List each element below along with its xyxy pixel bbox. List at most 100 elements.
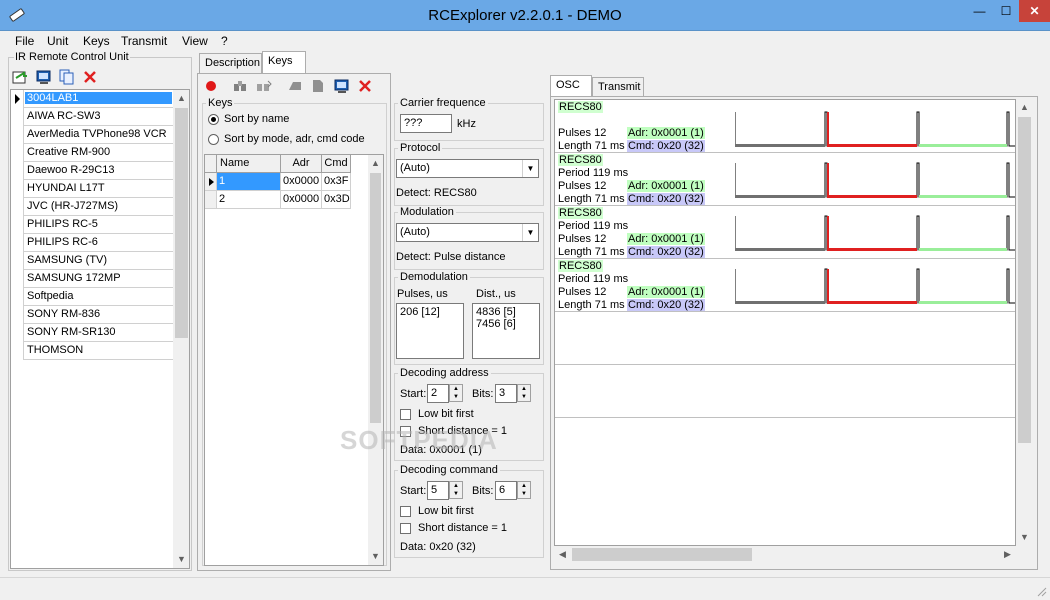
- protocol-label: Protocol: [398, 142, 443, 154]
- protocol-select[interactable]: (Auto): [396, 159, 539, 178]
- command-short-distance-checkbox[interactable]: [400, 523, 411, 534]
- list-item[interactable]: HYUNDAI L17T: [11, 180, 173, 198]
- keys-table-scrollbar[interactable]: ▲ ▼: [368, 155, 383, 565]
- protocol-detect: Detect: RECS80: [396, 187, 477, 199]
- minimize-button[interactable]: —: [966, 0, 993, 22]
- command-bits-input[interactable]: 6: [495, 481, 517, 500]
- list-item[interactable]: AIWA RC-SW3: [11, 108, 173, 126]
- menu-view[interactable]: View: [182, 34, 208, 48]
- find-next-icon[interactable]: [256, 78, 272, 94]
- copy-unit-icon[interactable]: [59, 69, 75, 85]
- scroll-down-icon[interactable]: ▼: [368, 548, 383, 565]
- save-key-icon[interactable]: [310, 78, 326, 94]
- table-cell-name[interactable]: 2: [217, 191, 281, 209]
- scroll-thumb[interactable]: [175, 108, 188, 338]
- command-bits-stepper[interactable]: ▲ ▼: [517, 481, 531, 499]
- list-item[interactable]: PHILIPS RC-6: [11, 234, 173, 252]
- menu-help[interactable]: ?: [221, 34, 228, 48]
- modulation-detect: Detect: Pulse distance: [396, 251, 506, 263]
- signal-row[interactable]: RECS80 Period 119 ms Pulses 12 Adr: 0x00…: [555, 259, 1015, 312]
- table-cell-cmd[interactable]: 0x3D: [322, 191, 351, 209]
- unit-list[interactable]: 3004LAB1 AIWA RC-SW3 AverMedia TVPhone98…: [10, 89, 190, 569]
- command-start-input[interactable]: 5: [427, 481, 449, 500]
- address-bits-stepper[interactable]: ▲ ▼: [517, 384, 531, 402]
- tab-transmit[interactable]: Transmit: [592, 77, 644, 97]
- list-item[interactable]: SAMSUNG (TV): [11, 252, 173, 270]
- column-header-name[interactable]: Name: [217, 155, 281, 173]
- address-bits-input[interactable]: 3: [495, 384, 517, 403]
- delete-key-icon[interactable]: [357, 78, 373, 94]
- sort-by-name-radio[interactable]: [208, 114, 219, 125]
- list-item[interactable]: 206 [12]: [400, 306, 460, 318]
- command-start-stepper[interactable]: ▲ ▼: [449, 481, 463, 499]
- tab-description[interactable]: Description: [199, 53, 262, 73]
- list-item[interactable]: Softpedia: [11, 288, 173, 306]
- unit-list-scrollbar[interactable]: ▲ ▼: [173, 90, 189, 568]
- list-item[interactable]: THOMSON: [11, 342, 173, 360]
- list-item[interactable]: SAMSUNG 172MP: [11, 270, 173, 288]
- list-item[interactable]: SONY RM-SR130: [11, 324, 173, 342]
- menu-transmit[interactable]: Transmit: [121, 34, 167, 48]
- scroll-thumb[interactable]: [572, 548, 752, 561]
- list-item[interactable]: 7456 [6]: [476, 318, 536, 330]
- tab-keys[interactable]: Keys: [262, 51, 306, 73]
- list-item[interactable]: Daewoo R-29C13: [11, 162, 173, 180]
- carrier-frequency-input[interactable]: ???: [400, 114, 452, 133]
- close-button[interactable]: ✕: [1019, 0, 1050, 22]
- table-cell-name[interactable]: 1: [217, 173, 281, 191]
- import-unit-icon[interactable]: [12, 69, 28, 85]
- menu-keys[interactable]: Keys: [83, 34, 110, 48]
- modulation-select[interactable]: (Auto): [396, 223, 539, 242]
- osc-vertical-scrollbar[interactable]: ▲ ▼: [1016, 99, 1033, 546]
- scroll-down-icon[interactable]: ▼: [173, 551, 189, 568]
- row-indicator: [11, 234, 24, 252]
- edit-unit-icon[interactable]: [36, 69, 52, 85]
- signal-row[interactable]: RECS80 Pulses 12 Adr: 0x0001 (1) Length …: [555, 100, 1015, 153]
- record-icon[interactable]: [203, 78, 219, 94]
- osc-horizontal-scrollbar[interactable]: ◀ ▶: [554, 546, 1016, 563]
- scroll-thumb[interactable]: [370, 173, 381, 423]
- list-item[interactable]: 4836 [5]: [476, 306, 536, 318]
- pulses-list[interactable]: 206 [12]: [396, 303, 464, 359]
- resize-grip-icon[interactable]: [1035, 585, 1047, 597]
- list-item[interactable]: SONY RM-836: [11, 306, 173, 324]
- chevron-down-icon[interactable]: ▼: [522, 160, 538, 177]
- find-icon[interactable]: [232, 78, 248, 94]
- scroll-right-icon[interactable]: ▶: [999, 546, 1016, 563]
- address-start-stepper[interactable]: ▲ ▼: [449, 384, 463, 402]
- add-key-icon[interactable]: [287, 78, 303, 94]
- scroll-up-icon[interactable]: ▲: [1016, 99, 1033, 116]
- table-cell-adr[interactable]: 0x0000: [281, 191, 322, 209]
- signal-row[interactable]: RECS80 Period 119 ms Pulses 12 Adr: 0x00…: [555, 153, 1015, 206]
- scroll-thumb[interactable]: [1018, 117, 1031, 443]
- sort-by-mode-radio[interactable]: [208, 134, 219, 145]
- keys-table[interactable]: Name Adr Cmd 1 0x0000 0x3F 2 0x0000 0x3D…: [204, 154, 384, 566]
- menu-unit[interactable]: Unit: [47, 34, 68, 48]
- chevron-down-icon[interactable]: ▼: [522, 224, 538, 241]
- maximize-button[interactable]: ☐: [993, 0, 1019, 22]
- signal-row[interactable]: RECS80 Period 119 ms Pulses 12 Adr: 0x00…: [555, 206, 1015, 259]
- edit-key-icon[interactable]: [334, 78, 350, 94]
- list-item[interactable]: AverMedia TVPhone98 VCR: [11, 126, 173, 144]
- column-header-cmd[interactable]: Cmd: [322, 155, 351, 173]
- scroll-down-icon[interactable]: ▼: [1016, 529, 1033, 546]
- table-cell-adr[interactable]: 0x0000: [281, 173, 322, 191]
- dist-list[interactable]: 4836 [5] 7456 [6]: [472, 303, 540, 359]
- list-item[interactable]: 3004LAB1: [11, 90, 173, 108]
- oscilloscope-view[interactable]: RECS80 Pulses 12 Adr: 0x0001 (1) Length …: [554, 99, 1016, 546]
- table-cell-cmd[interactable]: 0x3F: [322, 173, 351, 191]
- command-low-bit-first-checkbox[interactable]: [400, 506, 411, 517]
- column-header-adr[interactable]: Adr: [281, 155, 322, 173]
- delete-unit-icon[interactable]: [82, 69, 98, 85]
- menu-file[interactable]: File: [15, 34, 34, 48]
- list-item[interactable]: JVC (HR-J727MS): [11, 198, 173, 216]
- tab-osc[interactable]: OSC: [550, 75, 592, 97]
- list-item[interactable]: PHILIPS RC-5: [11, 216, 173, 234]
- scroll-up-icon[interactable]: ▲: [368, 155, 383, 172]
- scroll-up-icon[interactable]: ▲: [173, 90, 189, 107]
- signal-address: Adr: 0x0001 (1): [627, 286, 705, 298]
- address-low-bit-first-checkbox[interactable]: [400, 409, 411, 420]
- list-item[interactable]: Creative RM-900: [11, 144, 173, 162]
- scroll-left-icon[interactable]: ◀: [554, 546, 571, 563]
- address-start-input[interactable]: 2: [427, 384, 449, 403]
